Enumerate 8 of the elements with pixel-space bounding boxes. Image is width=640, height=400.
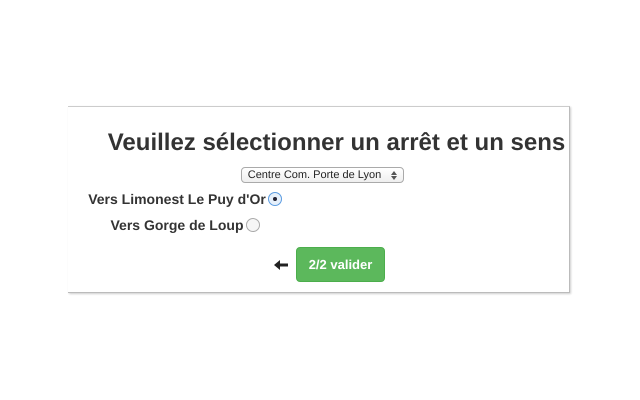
stop-dropdown[interactable]: Centre Com. Porte de Lyon <box>240 167 404 183</box>
radio-button[interactable] <box>268 192 282 206</box>
direction-label: Vers Limonest Le Puy d'Or <box>88 191 266 207</box>
radio-button[interactable] <box>246 218 260 232</box>
dialog-title: Veuillez sélectionner un arrêt et un sens <box>106 129 566 157</box>
up-down-icon <box>391 170 398 180</box>
back-arrow-icon[interactable] <box>274 260 288 270</box>
direction-label: Vers Gorge de Loup <box>110 217 244 233</box>
